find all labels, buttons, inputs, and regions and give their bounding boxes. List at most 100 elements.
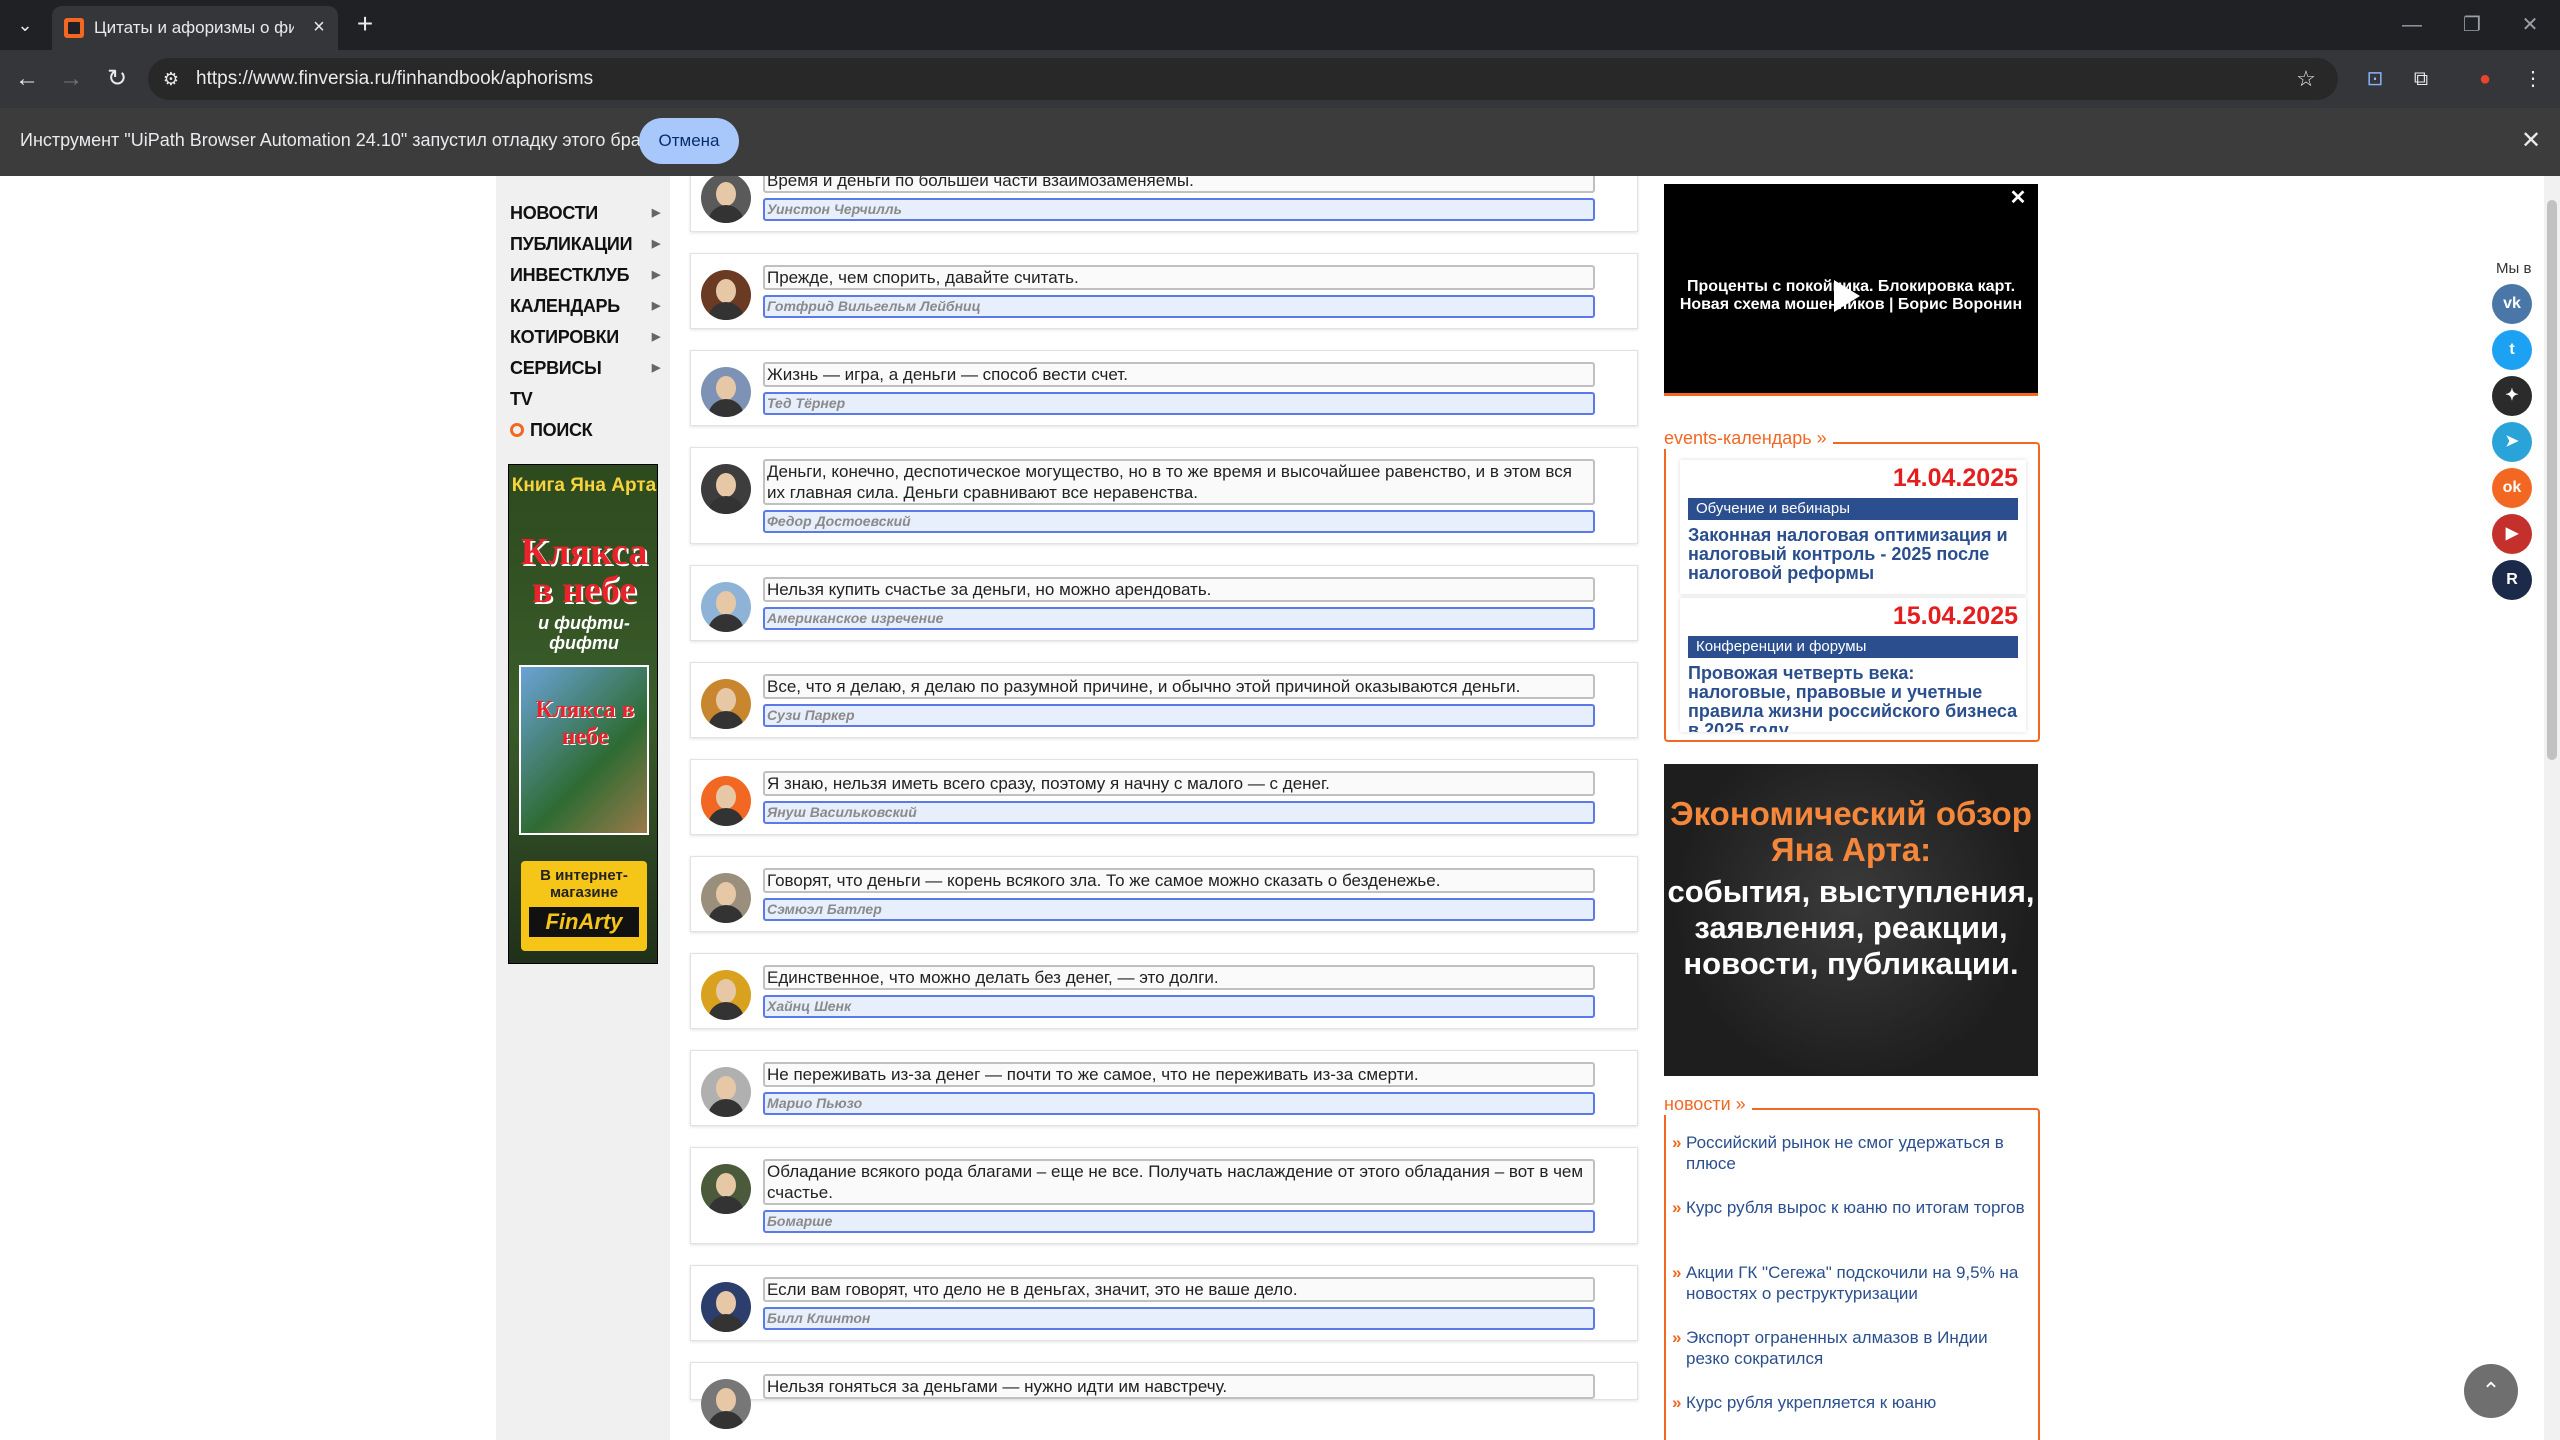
quote-author-link[interactable]: Сузи Паркер	[763, 704, 1595, 727]
events-calendar-link[interactable]: events-календарь »	[1664, 428, 1833, 449]
address-bar[interactable]: ⚙ https://www.finversia.ru/finhandbook/a…	[148, 58, 2338, 100]
book-shop-button[interactable]: В интернет-магазине FinArty	[521, 861, 647, 951]
infobar-cancel-button[interactable]: Отмена	[639, 118, 739, 164]
play-icon[interactable]	[1834, 280, 1860, 312]
nav-item-tv[interactable]: TV	[510, 384, 660, 415]
news-item[interactable]: » Курс рубля вырос к юаню по итогам торго…	[1672, 1197, 2034, 1218]
browser-menu-icon[interactable]: ⋮	[2518, 64, 2548, 94]
scrollbar-thumb[interactable]	[2547, 200, 2557, 760]
econ-ad-text: события, выступления, заявления, реакции…	[1667, 874, 2035, 981]
news-item[interactable]: » Экспорт ограненных алмазов в Индии резк…	[1672, 1327, 2034, 1369]
back-arrow-icon[interactable]: ←	[12, 64, 42, 94]
avatar-face	[716, 1076, 736, 1100]
quotes-list: Время и деньги по большей части взаимоза…	[690, 176, 1640, 1429]
news-item-link[interactable]: Российский рынок не смог удержаться в пл…	[1686, 1133, 2004, 1173]
odnoklassniki-icon[interactable]: ok	[2492, 468, 2532, 508]
browser-tab-active[interactable]: Цитаты и афоризмы о финан ×	[52, 6, 338, 50]
avatar-body	[708, 205, 744, 223]
nav-item-calendar[interactable]: КАЛЕНДАРЬ ▶	[510, 291, 660, 322]
site-info-icon[interactable]: ⚙	[158, 66, 184, 92]
news-item-link[interactable]: Курс рубля укрепляется к юаню	[1686, 1393, 1936, 1412]
window-close-icon[interactable]: ✕	[2510, 10, 2550, 40]
quote-card: Я знаю, нельзя иметь всего сразу, поэтом…	[690, 759, 1638, 835]
vk-icon[interactable]: vk	[2492, 284, 2532, 324]
book-banner-ad[interactable]: Книга Яна Арта Клякса в небе и фифти-фиф…	[508, 464, 658, 964]
quote-text: Время и деньги по большей части взаимоза…	[763, 176, 1595, 193]
quote-author-link[interactable]: Готфрид Вильгельм Лейбниц	[763, 295, 1595, 318]
event-card[interactable]: 15.04.2025 Конференции и форумы Провожая…	[1680, 598, 2026, 732]
infobar-close-icon[interactable]: ✕	[2516, 126, 2546, 156]
quote-author-link[interactable]: Януш Васильковский	[763, 801, 1595, 824]
quote-card: Прежде, чем спорить, давайте считать. Гот…	[690, 253, 1638, 329]
nav-item-news[interactable]: НОВОСТИ ▶	[510, 198, 660, 229]
nav-item-search[interactable]: ПОИСК	[510, 415, 660, 446]
extensions-puzzle-icon[interactable]: ⧉	[2406, 64, 2436, 94]
avatar-body	[708, 1099, 744, 1117]
news-item[interactable]: » Российский рынок не смог удержаться в п…	[1672, 1132, 2034, 1174]
tab-search-chevron-icon[interactable]: ⌄	[8, 10, 42, 40]
reload-icon[interactable]: ↻	[102, 64, 132, 94]
nav-item-label: TV	[510, 389, 533, 409]
url-text[interactable]: https://www.finversia.ru/finhandbook/aph…	[196, 68, 593, 90]
telegram-icon[interactable]: ➤	[2492, 422, 2532, 462]
news-item-link[interactable]: Акции ГК "Сегежа" подскочили на 9,5% на …	[1686, 1263, 2018, 1303]
quote-author-link[interactable]: Американское изречение	[763, 607, 1595, 630]
bookmark-star-icon[interactable]: ☆	[2292, 65, 2320, 93]
news-item[interactable]: » Курс рубля укрепляется к юаню	[1672, 1392, 2034, 1413]
quote-author-link[interactable]: Уинстон Черчилль	[763, 198, 1595, 221]
minimize-icon[interactable]: —	[2392, 10, 2432, 40]
page-scrollbar[interactable]	[2544, 176, 2560, 1440]
rutube-icon[interactable]: R	[2492, 560, 2532, 600]
uipath-extension-icon[interactable]: ⊡	[2360, 64, 2390, 94]
nav-item-label: НОВОСТИ	[510, 203, 598, 223]
search-icon	[510, 423, 524, 437]
scroll-to-top-button[interactable]: ⌃	[2464, 1364, 2518, 1418]
avatar-face	[716, 1388, 736, 1412]
profile-avatar-icon[interactable]: ●	[2470, 64, 2500, 94]
economic-review-banner[interactable]: Экономический обзор Яна Арта: события, в…	[1664, 764, 2038, 1076]
nav-item-investclub[interactable]: ИНВЕСТКЛУБ ▶	[510, 260, 660, 291]
quote-card: Деньги, конечно, деспотическое могуществ…	[690, 447, 1638, 544]
restore-icon[interactable]: ❐	[2452, 10, 2492, 40]
nav-item-publications[interactable]: ПУБЛИКАЦИИ ▶	[510, 229, 660, 260]
quote-card: Все, что я делаю, я делаю по разумной пр…	[690, 662, 1638, 738]
quote-card: Говорят, что деньги — корень всякого зла…	[690, 856, 1638, 932]
tab-close-icon[interactable]: ×	[306, 14, 332, 40]
quote-text: Не переживать из-за денег — почти то же …	[763, 1062, 1595, 1087]
main-navigation: НОВОСТИ ▶ ПУБЛИКАЦИИ ▶ ИНВЕСТКЛУБ ▶ КАЛЕНДА…	[510, 198, 660, 446]
news-header-link[interactable]: новости »	[1664, 1094, 1752, 1115]
news-item-link[interactable]: Экспорт ограненных алмазов в Индии резко…	[1686, 1328, 1988, 1368]
forward-arrow-icon[interactable]: →	[56, 64, 86, 94]
zen-icon[interactable]: ✦	[2492, 376, 2532, 416]
video-player[interactable]: ✕ Проценты с покойника. Блокировка карт.…	[1664, 184, 2038, 396]
quote-author-link[interactable]: Федор Достоевский	[763, 510, 1595, 533]
youtube-icon[interactable]: ▶	[2492, 514, 2532, 554]
quote-author-link[interactable]: Бомарше	[763, 1210, 1595, 1233]
author-avatar	[701, 679, 751, 729]
event-category: Конференции и форумы	[1688, 636, 2018, 658]
avatar-face	[716, 376, 736, 400]
news-item[interactable]: » Акции ГК "Сегежа" подскочили на 9,5% на…	[1672, 1262, 2034, 1304]
page-left-margin	[0, 176, 496, 1440]
author-avatar	[701, 1282, 751, 1332]
quote-text: Жизнь — игра, а деньги — способ вести сч…	[763, 362, 1595, 387]
event-card[interactable]: 14.04.2025 Обучение и вебинары Законная …	[1680, 460, 2026, 594]
new-tab-button[interactable]: +	[350, 10, 380, 40]
avatar-face	[716, 882, 736, 906]
quote-author-link[interactable]: Билл Клинтон	[763, 1307, 1595, 1330]
nav-item-services[interactable]: СЕРВИСЫ ▶	[510, 353, 660, 384]
event-title-link[interactable]: Законная налоговая оптимизация и налогов…	[1688, 526, 2018, 583]
avatar-body	[708, 496, 744, 514]
quote-author-link[interactable]: Марио Пьюзо	[763, 1092, 1595, 1115]
twitter-icon[interactable]: t	[2492, 330, 2532, 370]
avatar-body	[708, 1411, 744, 1429]
quote-author-link[interactable]: Хайнц Шенк	[763, 995, 1595, 1018]
video-close-icon[interactable]: ✕	[2008, 188, 2028, 208]
avatar-face	[716, 279, 736, 303]
author-avatar	[701, 776, 751, 826]
event-title-link[interactable]: Провожая четверть века: налоговые, право…	[1688, 664, 2018, 733]
quote-author-link[interactable]: Сэмюэл Батлер	[763, 898, 1595, 921]
nav-item-quotes[interactable]: КОТИРОВКИ ▶	[510, 322, 660, 353]
quote-author-link[interactable]: Тед Тёрнер	[763, 392, 1595, 415]
news-item-link[interactable]: Курс рубля вырос к юаню по итогам торгов	[1686, 1198, 2025, 1217]
